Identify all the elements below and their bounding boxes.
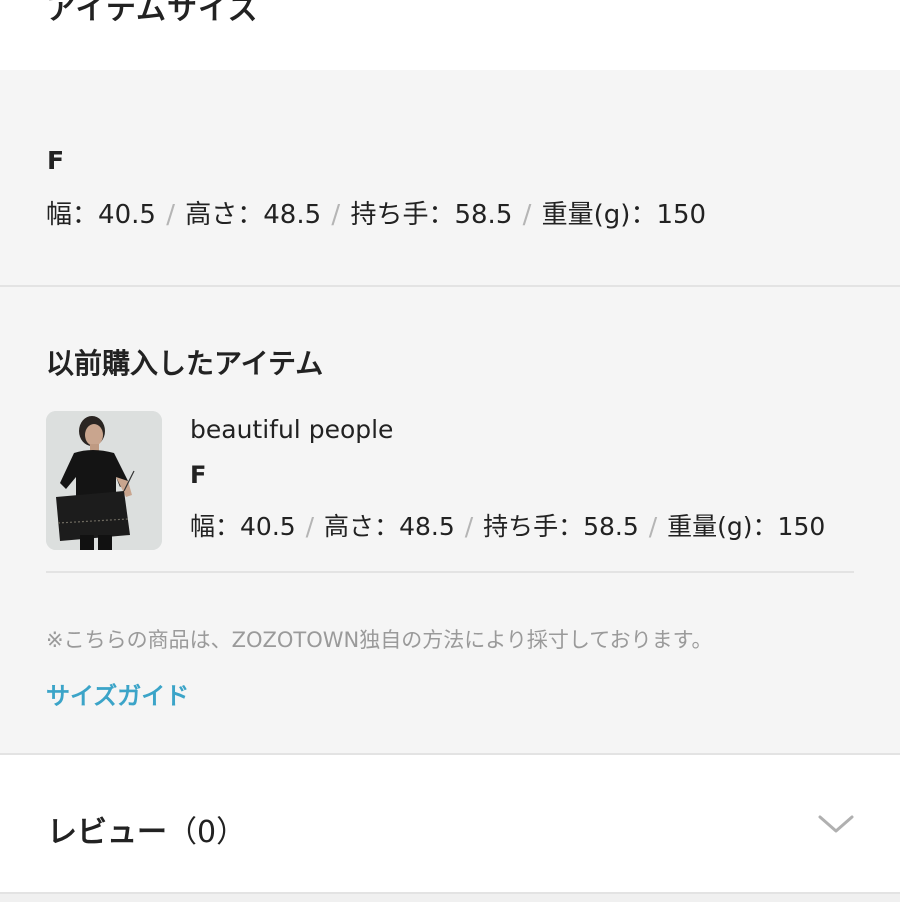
height-label: 高さ <box>185 200 238 230</box>
chevron-down-icon[interactable] <box>816 811 856 839</box>
handle-value: 58.5 <box>454 200 513 230</box>
item-divider <box>46 571 854 573</box>
height-label: 高さ <box>324 512 375 541</box>
section-divider <box>0 285 900 287</box>
height-value: 48.5 <box>399 512 455 541</box>
weight-value: 150 <box>777 512 826 541</box>
separator: / <box>305 512 315 541</box>
previous-items-title: 以前購入したアイテム <box>46 347 324 380</box>
previous-item-size: F <box>190 461 207 489</box>
width-value: 40.5 <box>240 512 296 541</box>
separator: / <box>522 200 532 230</box>
separator: / <box>166 200 175 230</box>
item-size-header[interactable]: アイテムサイズ <box>0 0 900 70</box>
handle-label: 持ち手 <box>483 512 559 541</box>
review-label: レビュー <box>47 815 167 850</box>
height-value: 48.5 <box>263 200 322 230</box>
weight-label: 重量(g) <box>667 512 753 541</box>
width-label: 幅 <box>190 512 216 541</box>
previous-item-brand: beautiful people <box>190 415 394 444</box>
width-label: 幅 <box>46 200 73 230</box>
review-count: （0） <box>167 815 247 850</box>
handle-label: 持ち手 <box>350 200 429 230</box>
measurement-note: ※こちらの商品は、ZOZOTOWN独自の方法により採寸しております。 <box>46 628 713 652</box>
weight-value: 150 <box>656 200 707 230</box>
review-title: レビュー（0） <box>47 807 246 851</box>
handle-value: 58.5 <box>583 512 639 541</box>
item-size-title: アイテムサイズ <box>46 0 260 27</box>
size-label: F <box>47 146 65 175</box>
previous-item-thumbnail[interactable] <box>46 411 162 550</box>
separator: / <box>464 512 474 541</box>
size-measurements: 幅：40.5 / 高さ：48.5 / 持ち手：58.5 / 重量(g)：150 <box>46 200 707 230</box>
weight-label: 重量(g) <box>541 200 631 230</box>
previous-item-measurements: 幅：40.5 / 高さ：48.5 / 持ち手：58.5 / 重量(g)：150 <box>190 512 826 541</box>
separator: / <box>331 200 341 230</box>
review-accordion[interactable]: レビュー（0） <box>0 755 900 892</box>
bottom-divider <box>0 892 900 902</box>
size-section <box>0 70 900 286</box>
width-value: 40.5 <box>98 200 156 230</box>
chevron-up-icon[interactable] <box>816 0 856 16</box>
size-guide-link[interactable]: サイズガイド <box>46 676 189 711</box>
separator: / <box>648 512 658 541</box>
